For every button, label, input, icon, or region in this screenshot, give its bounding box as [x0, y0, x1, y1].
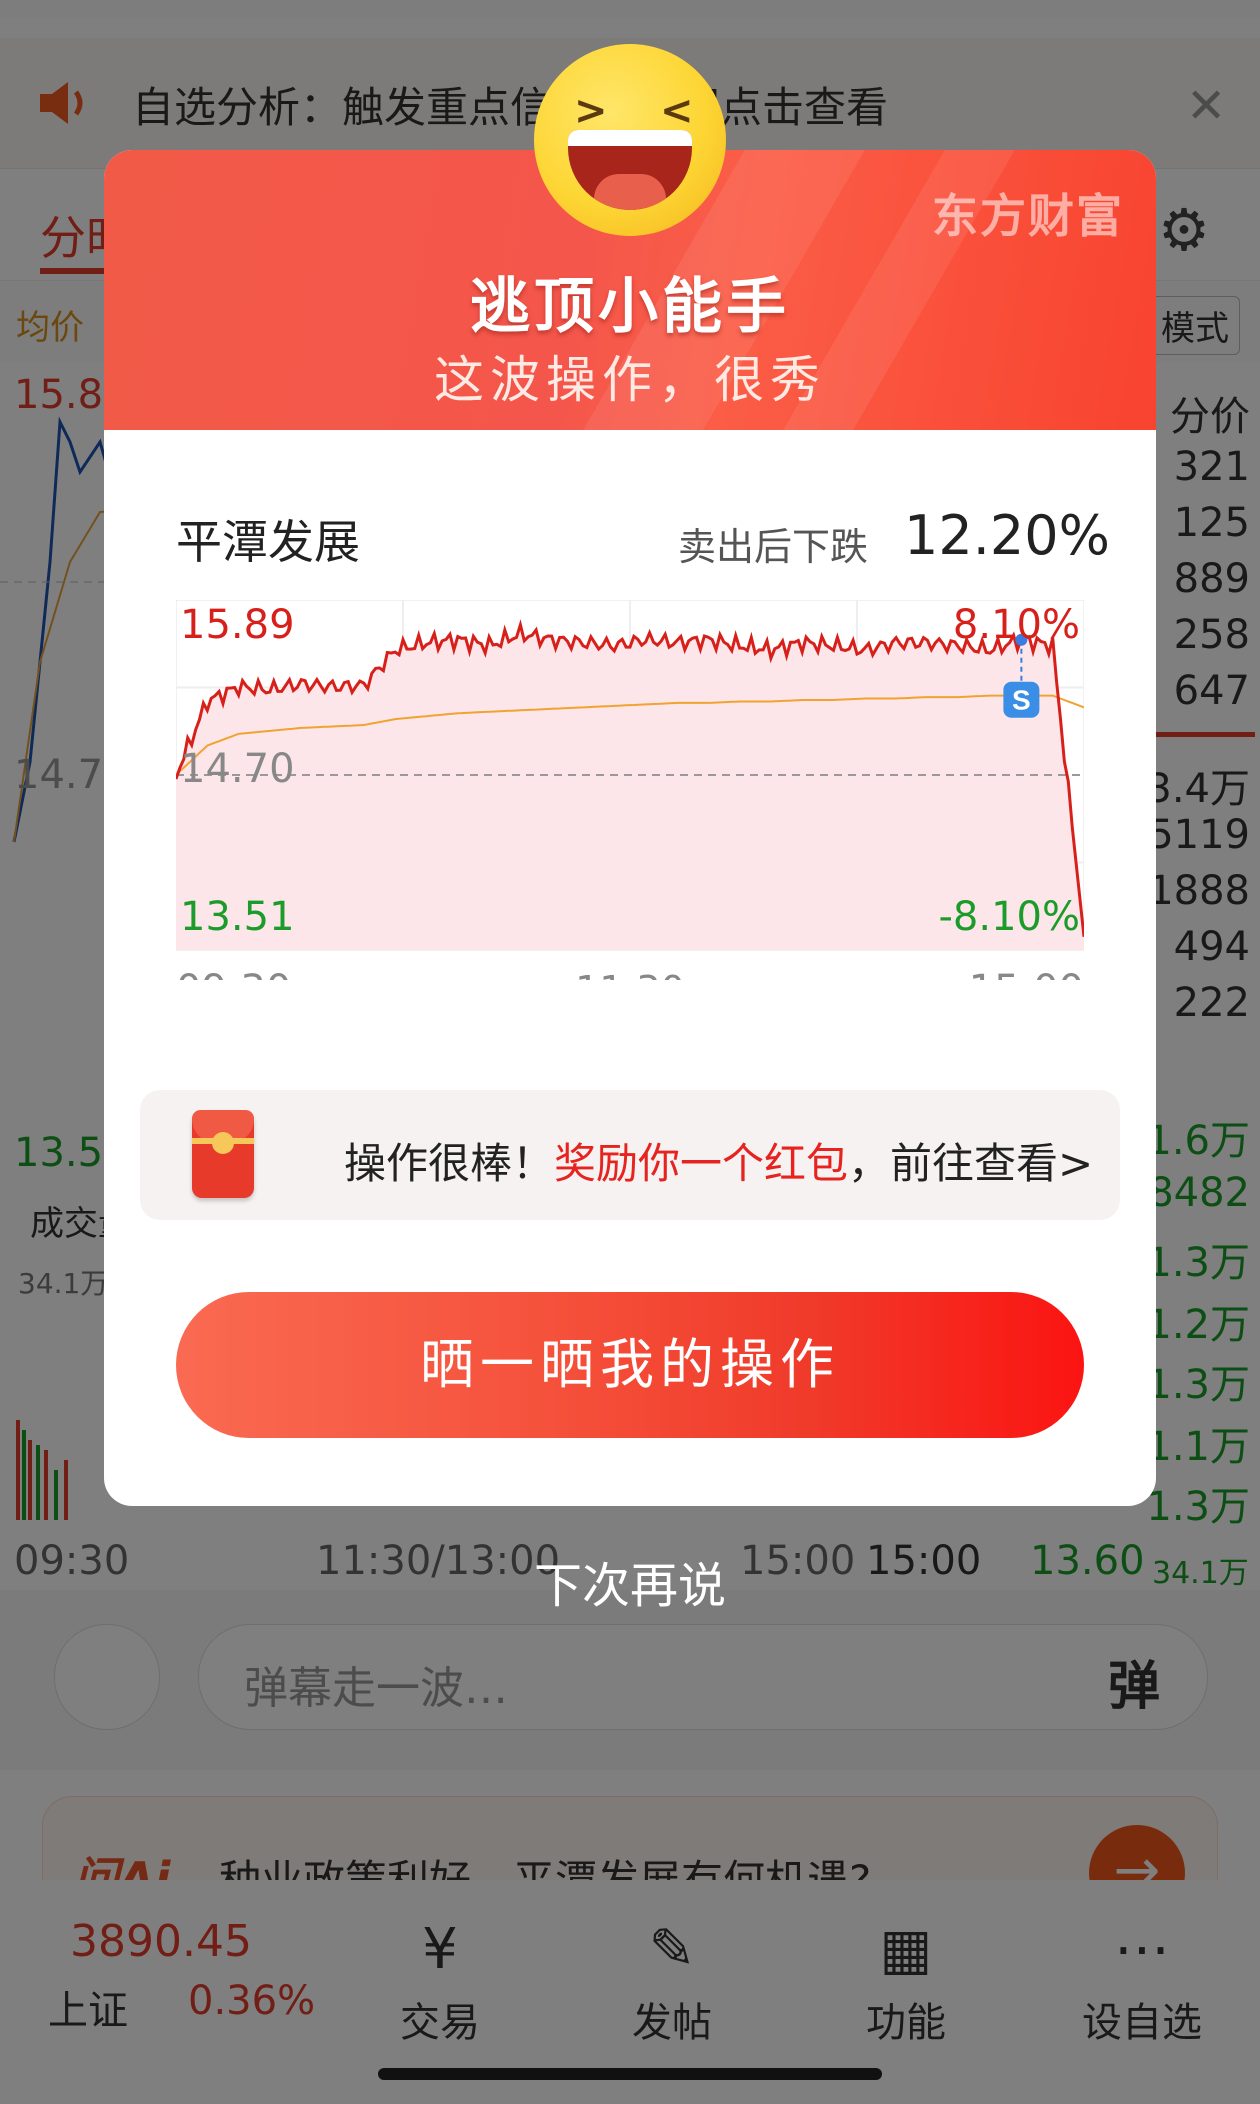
chart-time-start: 09:30: [176, 967, 291, 980]
chart-price-low: 13.51: [180, 894, 295, 940]
reward-text: 操作很棒！奖励你一个红包，前往查看>: [344, 1130, 1093, 1191]
sell-marker-label: S: [1012, 685, 1031, 716]
eye-left: >: [574, 88, 608, 134]
intraday-chart: S 15.89 8.10% 14.70 13.51 -8.10% 09:30 1…: [176, 600, 1084, 980]
chart-price-high: 15.89: [180, 602, 295, 648]
laughing-face-icon: > <: [534, 44, 726, 236]
reward-modal: 东方财富 逃顶小能手 这波操作，很秀 平潭发展 卖出后下跌 12.20% S 1…: [104, 150, 1156, 1506]
reward-banner[interactable]: 操作很棒！奖励你一个红包，前往查看>: [140, 1090, 1120, 1220]
brand-logo: 东方财富: [932, 189, 1124, 243]
drop-label: 卖出后下跌: [678, 525, 869, 569]
chart-price-mid: 14.70: [180, 746, 295, 792]
mouth: [568, 130, 692, 210]
red-envelope-icon: [192, 1110, 254, 1198]
drop-value: 12.20%: [904, 504, 1110, 567]
reward-highlight: 奖励你一个红包: [554, 1139, 849, 1188]
dismiss-later-button[interactable]: 下次再说: [0, 1546, 1260, 1616]
chart-time-end: 15:00: [969, 967, 1084, 980]
chart-pct-high: 8.10%: [953, 602, 1080, 648]
eye-right: <: [660, 88, 694, 134]
reward-prefix: 操作很棒！: [344, 1139, 555, 1188]
modal-subtitle: 这波操作，很秀: [434, 351, 826, 409]
chart-time-mid: 11:30: [575, 968, 685, 980]
chart-pct-low: -8.10%: [938, 894, 1080, 940]
share-button[interactable]: 晒一晒我的操作: [176, 1292, 1084, 1438]
reward-suffix: ，前往查看>: [848, 1139, 1094, 1188]
stock-name: 平潭发展: [176, 515, 360, 569]
modal-title: 逃顶小能手: [470, 272, 790, 342]
